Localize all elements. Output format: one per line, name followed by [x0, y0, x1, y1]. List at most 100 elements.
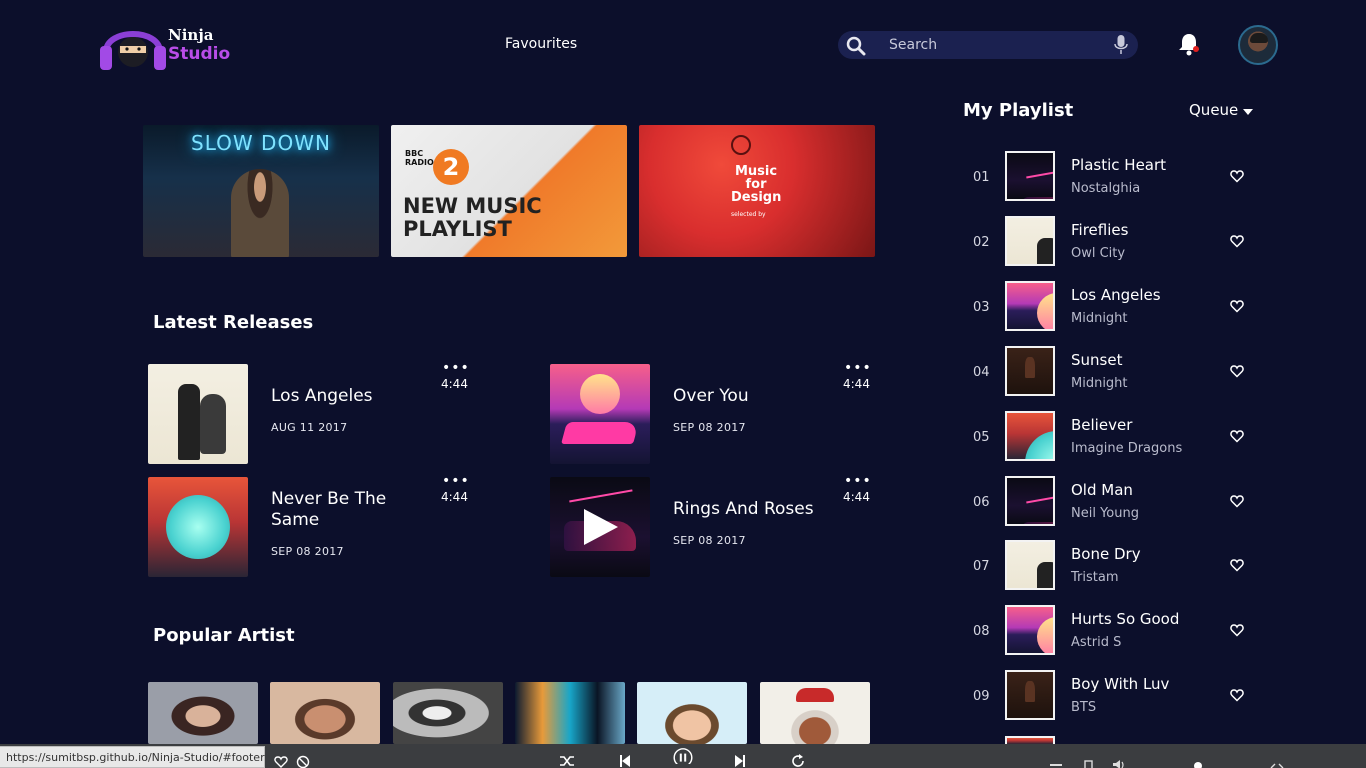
- banner-music-for-design[interactable]: Music for Design selected by: [639, 125, 875, 257]
- previous-track-icon[interactable]: [619, 753, 631, 768]
- next-track-icon[interactable]: [734, 753, 746, 768]
- release-title[interactable]: Over You: [673, 386, 833, 407]
- release-date: AUG 11 2017: [271, 421, 348, 434]
- track-title[interactable]: Sunset: [1071, 351, 1122, 369]
- device-icon[interactable]: [1083, 756, 1095, 768]
- release-card[interactable]: Never Be The Same SEP 08 2017 ••• 4:44: [148, 473, 488, 577]
- track-title[interactable]: Fireflies: [1071, 221, 1128, 239]
- play-icon[interactable]: [584, 509, 618, 545]
- album-art[interactable]: [550, 477, 650, 577]
- release-card[interactable]: Over You SEP 08 2017 ••• 4:44: [550, 360, 890, 464]
- banner-slow-down[interactable]: SLOW DOWN: [143, 125, 379, 257]
- track-artist: Tristam: [1071, 570, 1119, 585]
- track-title[interactable]: Plastic Heart: [1071, 156, 1166, 174]
- block-icon[interactable]: [296, 754, 310, 768]
- playlist-item[interactable]: 08 Hurts So Good Astrid S: [960, 605, 1260, 661]
- artist-card[interactable]: [637, 682, 747, 744]
- playlist-item-art[interactable]: [1005, 151, 1055, 201]
- shuffle-icon[interactable]: [559, 753, 575, 768]
- album-art[interactable]: [148, 477, 248, 577]
- volume-icon[interactable]: [1112, 756, 1128, 768]
- brand-name-line1: Ninja: [168, 26, 214, 44]
- more-options-icon[interactable]: •••: [442, 473, 470, 489]
- playlist-item-art[interactable]: [1005, 411, 1055, 461]
- queue-list-icon[interactable]: [1050, 758, 1062, 768]
- release-title[interactable]: Rings And Roses: [673, 499, 843, 520]
- track-title[interactable]: Believer: [1071, 416, 1132, 434]
- heart-icon[interactable]: [1230, 494, 1244, 508]
- heart-icon[interactable]: [1230, 169, 1244, 183]
- more-options-icon[interactable]: •••: [844, 473, 872, 489]
- more-options-icon[interactable]: •••: [442, 360, 470, 376]
- track-number: 03: [973, 300, 990, 315]
- track-title[interactable]: Boy With Luv: [1071, 675, 1169, 693]
- popular-artist-heading: Popular Artist: [153, 625, 295, 646]
- heart-icon[interactable]: [1230, 364, 1244, 378]
- heart-icon[interactable]: [1230, 429, 1244, 443]
- track-title[interactable]: Old Man: [1071, 481, 1133, 499]
- playlist-item[interactable]: 09 Boy With Luv BTS: [960, 670, 1260, 726]
- playlist-item[interactable]: 03 Los Angeles Midnight: [960, 281, 1260, 337]
- repeat-icon[interactable]: [791, 753, 805, 768]
- heart-icon[interactable]: [274, 754, 288, 768]
- heart-icon[interactable]: [1230, 623, 1244, 637]
- playlist-item-art[interactable]: [1005, 476, 1055, 526]
- pause-icon[interactable]: [670, 748, 696, 764]
- release-title[interactable]: Never Be The Same: [271, 489, 421, 531]
- heart-icon[interactable]: [1230, 688, 1244, 702]
- artist-card[interactable]: [515, 682, 625, 744]
- playlist-item[interactable]: 05 Believer Imagine Dragons: [960, 411, 1260, 467]
- search-bar[interactable]: Search: [838, 31, 1138, 59]
- playlist-item-art[interactable]: [1005, 540, 1055, 590]
- fullscreen-icon[interactable]: [1270, 756, 1284, 768]
- banner-title: NEW MUSIC PLAYLIST: [403, 194, 542, 241]
- artist-card[interactable]: [760, 682, 870, 744]
- release-card[interactable]: Los Angeles AUG 11 2017 ••• 4:44: [148, 360, 488, 464]
- banner-title: Music for Design: [731, 164, 782, 205]
- artist-card[interactable]: [393, 682, 503, 744]
- track-number: 09: [973, 689, 990, 704]
- more-options-icon[interactable]: •••: [844, 360, 872, 376]
- heart-icon[interactable]: [1230, 234, 1244, 248]
- artist-card[interactable]: [148, 682, 258, 744]
- playlist-item-art[interactable]: [1005, 605, 1055, 655]
- banner-subtitle: selected by: [731, 211, 766, 218]
- track-title[interactable]: Los Angeles: [1071, 286, 1161, 304]
- playlist-item[interactable]: 01 Plastic Heart Nostalghia: [960, 151, 1260, 207]
- playlist-item[interactable]: 04 Sunset Midnight: [960, 346, 1260, 402]
- banner-new-music-playlist[interactable]: BBC RADIO 2 NEW MUSIC PLAYLIST: [391, 125, 627, 257]
- brand-logo[interactable]: Ninja Studio: [100, 16, 240, 72]
- banner-figure: [231, 169, 289, 257]
- radio-channel-badge: 2: [433, 149, 469, 185]
- heart-icon[interactable]: [1230, 299, 1244, 313]
- release-date: SEP 08 2017: [673, 534, 746, 547]
- playlist-item[interactable]: 07 Bone Dry Tristam: [960, 540, 1260, 596]
- track-title[interactable]: Hurts So Good: [1071, 610, 1179, 628]
- user-avatar[interactable]: [1238, 25, 1278, 65]
- microphone-icon[interactable]: [1114, 35, 1128, 55]
- track-title[interactable]: Bone Dry: [1071, 545, 1141, 563]
- playlist-item-art[interactable]: [1005, 736, 1089, 768]
- playlist-item-art[interactable]: [1005, 216, 1055, 266]
- artist-card[interactable]: [270, 682, 380, 744]
- queue-dropdown[interactable]: Queue: [1189, 101, 1238, 119]
- search-icon[interactable]: [846, 36, 866, 56]
- album-art[interactable]: [550, 364, 650, 464]
- notification-bell-icon[interactable]: [1178, 32, 1200, 56]
- headphones-ninja-icon: [100, 31, 166, 70]
- playlist-item-art[interactable]: [1005, 281, 1055, 331]
- playlist-item[interactable]: 02 Fireflies Owl City: [960, 216, 1260, 272]
- release-title[interactable]: Los Angeles: [271, 386, 431, 407]
- release-card[interactable]: Rings And Roses SEP 08 2017 ••• 4:44: [550, 473, 890, 577]
- volume-slider-handle[interactable]: [1194, 762, 1202, 768]
- playlist-item-art[interactable]: [1005, 670, 1055, 720]
- playlist-item[interactable]: 06 Old Man Neil Young: [960, 476, 1260, 532]
- track-artist: Nostalghia: [1071, 181, 1141, 196]
- caret-down-icon[interactable]: [1243, 109, 1253, 115]
- brand-name-line2: Studio: [168, 44, 231, 64]
- playlist-item-art[interactable]: [1005, 346, 1055, 396]
- heart-icon[interactable]: [1230, 558, 1244, 572]
- search-input[interactable]: Search: [889, 37, 937, 53]
- nav-favourites-link[interactable]: Favourites: [505, 36, 577, 52]
- album-art[interactable]: [148, 364, 248, 464]
